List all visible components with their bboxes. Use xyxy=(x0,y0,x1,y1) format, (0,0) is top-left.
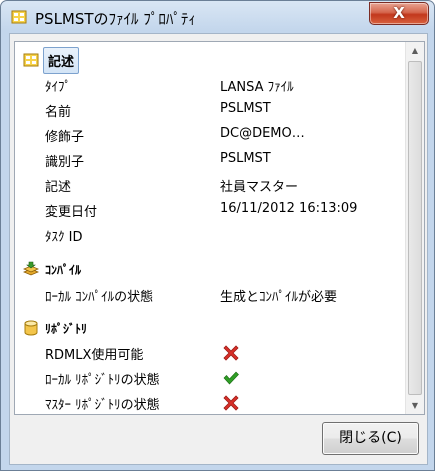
property-key: ﾛｰｶﾙ ｺﾝﾊﾟｲﾙの状態 xyxy=(45,290,154,305)
repository-section-icon xyxy=(24,320,38,336)
property-key: ﾏｽﾀｰ ﾘﾎﾟｼﾞﾄﾘの状態 xyxy=(45,398,160,413)
property-row-master-repository-status[interactable]: ﾏｽﾀｰ ﾘﾎﾟｼﾞﾄﾘの状態 xyxy=(15,390,405,414)
property-row-rdmlx-enabled[interactable]: RDMLX使用可能 xyxy=(15,340,405,365)
close-window-button[interactable]: X xyxy=(369,2,429,25)
property-key: 修飾子 xyxy=(45,130,85,145)
compile-section-icon xyxy=(23,261,39,276)
property-row-qualifier[interactable]: 修飾子 DC@DEMO… xyxy=(15,122,405,147)
section-label: ﾘﾎﾟｼﾞﾄﾘ xyxy=(45,322,88,336)
vertical-scrollbar[interactable]: ▲ ▼ xyxy=(405,42,424,414)
property-row-identifier[interactable]: 識別子 PSLMST xyxy=(15,147,405,172)
section-label: 記述 xyxy=(43,47,80,74)
scrollbar-thumb[interactable] xyxy=(408,61,422,395)
property-key: ﾛｰｶﾙ ﾘﾎﾟｼﾞﾄﾘの状態 xyxy=(45,373,160,388)
file-properties-icon xyxy=(11,10,27,24)
red-x-icon xyxy=(223,395,239,411)
property-key: 変更日付 xyxy=(45,205,98,220)
section-label: ｺﾝﾊﾟｲﾙ xyxy=(45,263,82,277)
property-key: 識別子 xyxy=(45,155,85,170)
close-icon: X xyxy=(393,4,405,22)
property-key: 記述 xyxy=(45,180,72,195)
property-value: 16/11/2012 16:13:09 xyxy=(220,201,358,216)
properties-window: PSLMSTのﾌｧｲﾙ ﾌﾟﾛﾊﾟﾃｨ X 記述 ﾀｲﾌﾟ LANSA ﾌｧｲﾙ xyxy=(0,0,435,471)
scroll-down-arrow-icon[interactable]: ▼ xyxy=(406,397,424,414)
property-key: RDMLX使用可能 xyxy=(45,348,144,363)
property-value: DC@DEMO… xyxy=(220,126,305,141)
dialog-body: 記述 ﾀｲﾌﾟ LANSA ﾌｧｲﾙ 名前 PSLMST 修飾子 DC@DEMO… xyxy=(9,33,428,465)
property-key: 名前 xyxy=(45,105,72,120)
property-row-modified-date[interactable]: 変更日付 16/11/2012 16:13:09 xyxy=(15,197,405,222)
property-key: ﾀｲﾌﾟ xyxy=(45,80,71,95)
property-value: 生成とｺﾝﾊﾟｲﾙが必要 xyxy=(220,290,338,305)
title-bar[interactable]: PSLMSTのﾌｧｲﾙ ﾌﾟﾛﾊﾟﾃｨ X xyxy=(1,1,434,33)
property-row-local-repository-status[interactable]: ﾛｰｶﾙ ﾘﾎﾟｼﾞﾄﾘの状態 xyxy=(15,365,405,390)
property-row-task-id[interactable]: ﾀｽｸ ID xyxy=(15,222,405,247)
property-value: LANSA ﾌｧｲﾙ xyxy=(220,80,294,95)
property-row-name[interactable]: 名前 PSLMST xyxy=(15,97,405,122)
property-value: PSLMST xyxy=(220,101,271,116)
scroll-up-arrow-icon[interactable]: ▲ xyxy=(406,42,424,59)
property-row-local-compile-status[interactable]: ﾛｰｶﾙ ｺﾝﾊﾟｲﾙの状態 生成とｺﾝﾊﾟｲﾙが必要 xyxy=(15,282,405,307)
close-button[interactable]: 閉じる(C) xyxy=(322,422,419,455)
red-x-icon xyxy=(223,345,239,361)
property-row-type[interactable]: ﾀｲﾌﾟ LANSA ﾌｧｲﾙ xyxy=(15,72,405,97)
description-section-icon xyxy=(23,53,39,67)
property-value: 社員マスター xyxy=(220,180,299,195)
property-key: ﾀｽｸ ID xyxy=(45,230,83,245)
property-grid: 記述 ﾀｲﾌﾟ LANSA ﾌｧｲﾙ 名前 PSLMST 修飾子 DC@DEMO… xyxy=(14,41,425,415)
property-row-description[interactable]: 記述 社員マスター xyxy=(15,172,405,197)
property-value: PSLMST xyxy=(220,151,271,166)
close-button-label: 閉じる(C) xyxy=(339,430,402,446)
window-title: PSLMSTのﾌｧｲﾙ ﾌﾟﾛﾊﾟﾃｨ xyxy=(35,10,196,28)
green-check-icon xyxy=(223,371,239,385)
